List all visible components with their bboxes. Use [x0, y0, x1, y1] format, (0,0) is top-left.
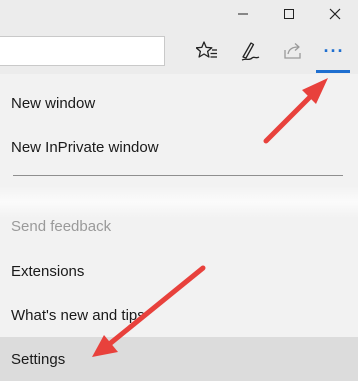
- menu-item-label: New window: [11, 94, 96, 112]
- menu-item-new-window[interactable]: New window: [0, 81, 358, 125]
- more-menu: New window New InPrivate window Send fee…: [0, 74, 358, 381]
- menu-item-label: New InPrivate window: [11, 138, 159, 156]
- minimize-icon: [238, 13, 248, 15]
- menu-item-extensions[interactable]: Extensions: [0, 249, 358, 293]
- menu-item-whats-new-and-tips[interactable]: What's new and tips: [0, 293, 358, 337]
- address-input[interactable]: [0, 37, 164, 65]
- maximize-icon: [284, 9, 294, 19]
- menu-item-settings[interactable]: Settings: [0, 337, 358, 381]
- more-button[interactable]: ···: [318, 36, 350, 66]
- close-button[interactable]: [312, 0, 358, 28]
- menu-item-send-feedback[interactable]: Send feedback: [0, 206, 358, 246]
- menu-item-label: Extensions: [11, 262, 85, 280]
- menu-separator: [13, 175, 343, 176]
- favorites-star-icon: [196, 41, 217, 58]
- maximize-button[interactable]: [266, 0, 312, 28]
- notes-button[interactable]: [234, 36, 266, 66]
- minimize-button[interactable]: [220, 0, 266, 28]
- address-bar[interactable]: [0, 36, 165, 66]
- menu-item-label: Send feedback: [11, 217, 112, 235]
- share-icon: [284, 43, 301, 59]
- share-button[interactable]: [277, 36, 309, 66]
- more-button-active-indicator: [316, 70, 350, 73]
- close-icon: [329, 8, 341, 20]
- favorites-button[interactable]: [191, 36, 223, 66]
- menu-item-label: What's new and tips: [11, 306, 145, 324]
- pen-annotate-icon: [241, 42, 260, 61]
- menu-item-label: Settings: [11, 350, 66, 368]
- more-ellipsis-icon: ···: [323, 40, 345, 61]
- menu-item-new-inprivate-window[interactable]: New InPrivate window: [0, 125, 358, 169]
- title-bar: [0, 0, 358, 28]
- browser-toolbar: ···: [0, 28, 358, 74]
